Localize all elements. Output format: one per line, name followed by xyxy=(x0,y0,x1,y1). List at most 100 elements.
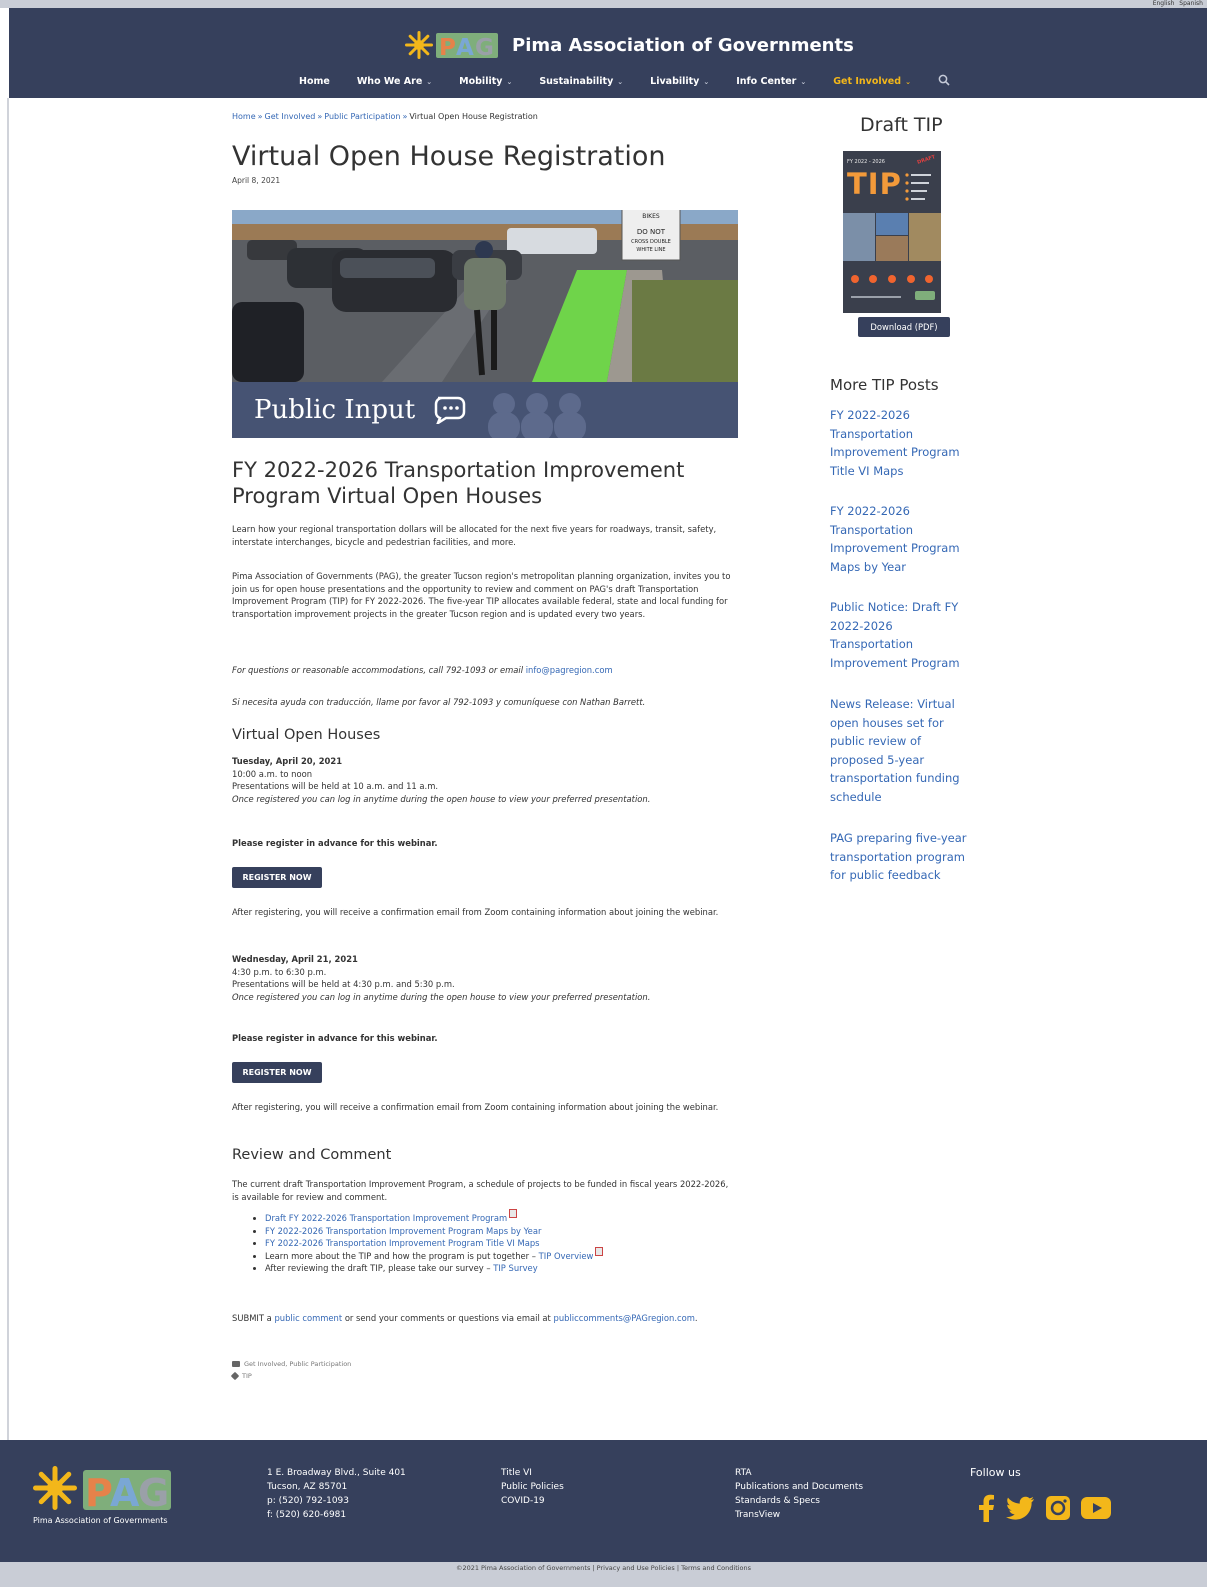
sign-white-line: WHITE LINE xyxy=(636,247,665,253)
session-2-after: After registering, you will receive a co… xyxy=(232,1102,719,1112)
chevron-down-icon: ⌄ xyxy=(703,77,710,86)
tip-overview-link[interactable]: TIP Overview xyxy=(539,1251,594,1261)
search-icon[interactable] xyxy=(938,74,952,88)
sidebar-post-link[interactable]: FY 2022-2026 Transportation Improvement … xyxy=(830,406,975,480)
chevron-down-icon: ⌄ xyxy=(617,77,624,86)
tags-text[interactable]: TIP xyxy=(242,1372,252,1380)
breadcrumb-separator: » xyxy=(317,112,323,121)
list-item: Draft FY 2022-2026 Transportation Improv… xyxy=(265,1209,735,1225)
session-1-note: Once registered you can log in anytime d… xyxy=(232,793,651,804)
svg-text:A: A xyxy=(456,35,474,60)
sign-bikes: BIKES xyxy=(642,213,660,220)
footer-link-rta[interactable]: RTA xyxy=(735,1466,863,1480)
submit-email-link[interactable]: publiccomments@PAGregion.com xyxy=(554,1313,695,1323)
svg-text:G: G xyxy=(138,1471,169,1514)
twitter-icon[interactable] xyxy=(1005,1496,1035,1520)
submit-pre: SUBMIT a xyxy=(232,1313,272,1323)
folder-icon xyxy=(232,1361,240,1367)
session-2-presentations: Presentations will be held at 4:30 p.m. … xyxy=(232,979,455,989)
footer-link-standards[interactable]: Standards & Specs xyxy=(735,1494,863,1508)
lang-spanish[interactable]: Spanish xyxy=(1179,0,1203,7)
nav-get-involved[interactable]: Get Involved ⌄ xyxy=(833,76,911,87)
chat-icon xyxy=(434,396,466,424)
maps-by-year-link[interactable]: FY 2022-2026 Transportation Improvement … xyxy=(265,1226,541,1236)
nav-home[interactable]: Home xyxy=(299,76,330,87)
breadcrumb-public-participation[interactable]: Public Participation xyxy=(324,112,400,121)
svg-text:G: G xyxy=(475,35,494,60)
section-heading: FY 2022-2026 Transportation Improvement … xyxy=(232,458,685,508)
breadcrumb-current: Virtual Open House Registration xyxy=(409,112,538,121)
session-2-note: Once registered you can log in anytime d… xyxy=(232,991,651,1002)
nav-mobility[interactable]: Mobility ⌄ xyxy=(459,76,512,87)
chevron-down-icon: ⌄ xyxy=(506,77,513,86)
tip-survey-link[interactable]: TIP Survey xyxy=(493,1263,537,1273)
nav-livability-label: Livability xyxy=(650,75,700,87)
submit-paragraph: SUBMIT a public comment or send your com… xyxy=(232,1312,732,1325)
nav-sustainability[interactable]: Sustainability ⌄ xyxy=(539,76,623,87)
footer-link-title-vi[interactable]: Title VI xyxy=(501,1466,564,1480)
svg-text:P: P xyxy=(439,35,456,60)
fax: f: (520) 620-6981 xyxy=(267,1510,347,1520)
address-line: 1 E. Broadway Blvd., Suite 401 xyxy=(267,1468,406,1478)
sidebar-post-link[interactable]: FY 2022-2026 Transportation Improvement … xyxy=(830,502,975,576)
sidebar-post-link[interactable]: News Release: Virtual open houses set fo… xyxy=(830,695,975,806)
footer-logo-caption: Pima Association of Governments xyxy=(33,1516,168,1525)
nav-sustainability-label: Sustainability xyxy=(539,75,614,87)
sidebar-title: Draft TIP xyxy=(860,114,943,136)
download-pdf-button[interactable]: Download (PDF) xyxy=(858,317,950,337)
cover-graphics xyxy=(843,173,941,300)
register-now-button-2[interactable]: REGISTER NOW xyxy=(232,1062,322,1083)
sidebar-post-link[interactable]: Public Notice: Draft FY 2022-2026 Transp… xyxy=(830,598,975,672)
main-nav: Home Who We Are ⌄ Mobility ⌄ Sustainabilit… xyxy=(299,74,952,88)
facebook-icon[interactable] xyxy=(977,1494,995,1522)
tip-overview-text: Learn more about the TIP and how the pro… xyxy=(265,1250,536,1261)
list-item: FY 2022-2026 Transportation Improvement … xyxy=(265,1237,735,1250)
list-item: FY 2022-2026 Transportation Improvement … xyxy=(265,1225,735,1238)
brand[interactable]: P A G Pima Association of Governments xyxy=(404,30,854,60)
spanish-note-text: Si necesita ayuda con traducción, llame … xyxy=(232,697,646,707)
open-houses-heading: Virtual Open Houses xyxy=(232,727,381,743)
register-now-button-1[interactable]: REGISTER NOW xyxy=(232,867,322,888)
categories-text[interactable]: Get Involved, Public Participation xyxy=(244,1360,351,1368)
sidebar-post-link[interactable]: PAG preparing five-year transportation p… xyxy=(830,829,975,885)
breadcrumb-home[interactable]: Home xyxy=(232,112,256,121)
lang-english[interactable]: English xyxy=(1153,0,1175,7)
session-1-date: Tuesday, April 20, 2021 xyxy=(232,756,343,766)
draft-tip-link[interactable]: Draft FY 2022-2026 Transportation Improv… xyxy=(265,1213,507,1223)
instagram-icon[interactable] xyxy=(1045,1495,1071,1521)
session-2-time: 4:30 p.m. to 6:30 p.m. xyxy=(232,966,327,977)
svg-text:A: A xyxy=(110,1471,140,1514)
contact-email-link[interactable]: info@pagregion.com xyxy=(526,665,613,675)
youtube-icon[interactable] xyxy=(1081,1497,1111,1519)
footer-address: 1 E. Broadway Blvd., Suite 401 Tucson, A… xyxy=(267,1466,406,1522)
nav-livability[interactable]: Livability ⌄ xyxy=(650,76,709,87)
pdf-icon xyxy=(509,1209,518,1218)
footer-link-covid[interactable]: COVID-19 xyxy=(501,1494,564,1508)
session-2: Wednesday, April 21, 2021 4:30 p.m. to 6… xyxy=(232,953,732,1003)
sign-do-not: DO NOT xyxy=(637,228,666,236)
post-tags: TIP xyxy=(230,1371,252,1381)
contact-paragraph: For questions or reasonable accommodatio… xyxy=(232,664,732,677)
footer-link-transview[interactable]: TransView xyxy=(735,1508,863,1522)
nav-info-center[interactable]: Info Center ⌄ xyxy=(736,76,806,87)
street-photo: BIKES DO NOT CROSS DOUBLE WHITE LINE xyxy=(232,210,738,382)
footer-link-publications[interactable]: Publications and Documents xyxy=(735,1480,863,1494)
list-item: After reviewing the draft TIP, please ta… xyxy=(265,1262,735,1275)
breadcrumb-get-involved[interactable]: Get Involved xyxy=(265,112,316,121)
language-switcher: English Spanish xyxy=(1150,0,1203,8)
copyright-bar: ©2021 Pima Association of Governments | … xyxy=(0,1562,1207,1587)
nav-who-we-are[interactable]: Who We Are ⌄ xyxy=(357,76,432,87)
body-paragraph: Pima Association of Governments (PAG), t… xyxy=(232,571,731,619)
public-comment-link[interactable]: public comment xyxy=(274,1313,342,1323)
chevron-down-icon: ⌄ xyxy=(426,77,433,86)
title-vi-maps-link[interactable]: FY 2022-2026 Transportation Improvement … xyxy=(265,1238,540,1248)
breadcrumb-separator: » xyxy=(257,112,263,121)
footer-pag-logo[interactable]: P A G xyxy=(33,1464,173,1514)
session-1-after: After registering, you will receive a co… xyxy=(232,907,719,917)
tip-cover-image[interactable]: FY 2022 - 2026 TIP DRAFT xyxy=(843,151,941,313)
people-icon xyxy=(488,393,586,438)
hero-label: Public Input xyxy=(254,395,416,425)
footer-link-public-policies[interactable]: Public Policies xyxy=(501,1480,564,1494)
pag-logo: P A G xyxy=(405,31,498,60)
session-1: Tuesday, April 20, 2021 10:00 a.m. to no… xyxy=(232,755,732,805)
